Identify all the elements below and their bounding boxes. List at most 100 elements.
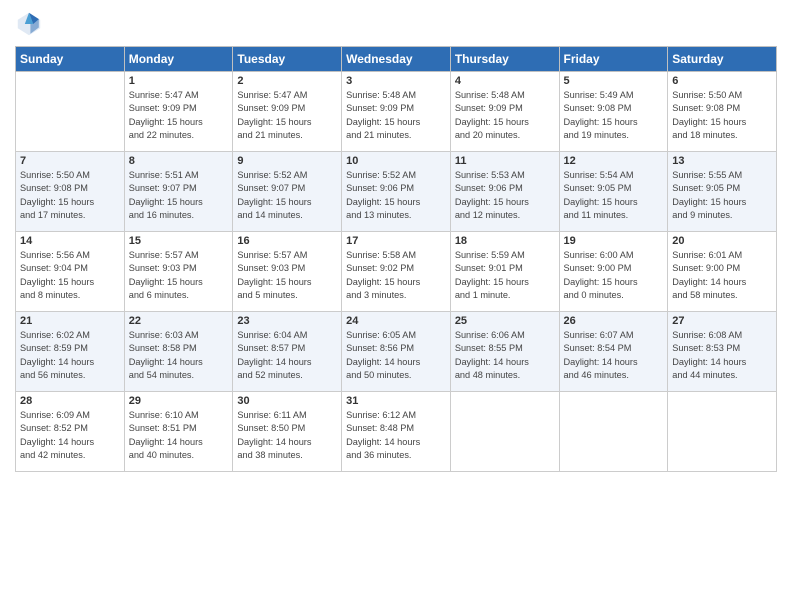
calendar-cell: 20 Sunrise: 6:01 AM Sunset: 9:00 PM Dayli… xyxy=(668,232,777,312)
calendar-cell: 17 Sunrise: 5:58 AM Sunset: 9:02 PM Dayli… xyxy=(342,232,451,312)
day-number: 23 xyxy=(237,315,337,327)
calendar-cell: 21 Sunrise: 6:02 AM Sunset: 8:59 PM Dayli… xyxy=(16,312,125,392)
day-info: Sunrise: 6:00 AM Sunset: 9:00 PM Dayligh… xyxy=(564,249,664,302)
day-info: Sunrise: 6:12 AM Sunset: 8:48 PM Dayligh… xyxy=(346,409,446,462)
calendar-cell: 2 Sunrise: 5:47 AM Sunset: 9:09 PM Daylig… xyxy=(233,72,342,152)
day-number: 26 xyxy=(564,315,664,327)
calendar-table: Sunday Monday Tuesday Wednesday Thursday… xyxy=(15,46,777,472)
day-number: 7 xyxy=(20,155,120,167)
day-number: 16 xyxy=(237,235,337,247)
calendar-cell: 24 Sunrise: 6:05 AM Sunset: 8:56 PM Dayli… xyxy=(342,312,451,392)
day-number: 12 xyxy=(564,155,664,167)
day-number: 14 xyxy=(20,235,120,247)
day-info: Sunrise: 5:54 AM Sunset: 9:05 PM Dayligh… xyxy=(564,169,664,222)
day-info: Sunrise: 5:56 AM Sunset: 9:04 PM Dayligh… xyxy=(20,249,120,302)
day-info: Sunrise: 5:55 AM Sunset: 9:05 PM Dayligh… xyxy=(672,169,772,222)
day-info: Sunrise: 6:07 AM Sunset: 8:54 PM Dayligh… xyxy=(564,329,664,382)
day-info: Sunrise: 5:57 AM Sunset: 9:03 PM Dayligh… xyxy=(129,249,229,302)
calendar-cell: 11Sunrise: 5:53 AM Sunset: 9:06 PM Dayli… xyxy=(450,152,559,232)
day-number: 17 xyxy=(346,235,446,247)
calendar-cell: 31 Sunrise: 6:12 AM Sunset: 8:48 PM Dayli… xyxy=(342,392,451,472)
calendar-cell: 19 Sunrise: 6:00 AM Sunset: 9:00 PM Dayli… xyxy=(559,232,668,312)
calendar-cell: 30 Sunrise: 6:11 AM Sunset: 8:50 PM Dayli… xyxy=(233,392,342,472)
day-info: Sunrise: 5:52 AM Sunset: 9:06 PM Dayligh… xyxy=(346,169,446,222)
day-number: 18 xyxy=(455,235,555,247)
day-number: 2 xyxy=(237,75,337,87)
day-info: Sunrise: 5:51 AM Sunset: 9:07 PM Dayligh… xyxy=(129,169,229,222)
day-info: Sunrise: 6:04 AM Sunset: 8:57 PM Dayligh… xyxy=(237,329,337,382)
day-number: 15 xyxy=(129,235,229,247)
day-number: 31 xyxy=(346,395,446,407)
calendar-cell: 26 Sunrise: 6:07 AM Sunset: 8:54 PM Dayli… xyxy=(559,312,668,392)
header-row: Sunday Monday Tuesday Wednesday Thursday… xyxy=(16,47,777,72)
calendar-week-5: 28 Sunrise: 6:09 AM Sunset: 8:52 PM Dayli… xyxy=(16,392,777,472)
calendar-cell: 13 Sunrise: 5:55 AM Sunset: 9:05 PM Dayli… xyxy=(668,152,777,232)
day-number: 4 xyxy=(455,75,555,87)
calendar-week-1: 1 Sunrise: 5:47 AM Sunset: 9:09 PM Daylig… xyxy=(16,72,777,152)
calendar-cell xyxy=(450,392,559,472)
day-number: 22 xyxy=(129,315,229,327)
calendar-week-3: 14 Sunrise: 5:56 AM Sunset: 9:04 PM Dayli… xyxy=(16,232,777,312)
day-number: 19 xyxy=(564,235,664,247)
col-saturday: Saturday xyxy=(668,47,777,72)
day-info: Sunrise: 5:50 AM Sunset: 9:08 PM Dayligh… xyxy=(672,89,772,142)
col-thursday: Thursday xyxy=(450,47,559,72)
calendar-cell: 1 Sunrise: 5:47 AM Sunset: 9:09 PM Daylig… xyxy=(124,72,233,152)
day-number: 6 xyxy=(672,75,772,87)
calendar-cell: 23 Sunrise: 6:04 AM Sunset: 8:57 PM Dayli… xyxy=(233,312,342,392)
calendar-cell: 15 Sunrise: 5:57 AM Sunset: 9:03 PM Dayli… xyxy=(124,232,233,312)
day-info: Sunrise: 5:57 AM Sunset: 9:03 PM Dayligh… xyxy=(237,249,337,302)
day-info: Sunrise: 6:11 AM Sunset: 8:50 PM Dayligh… xyxy=(237,409,337,462)
col-sunday: Sunday xyxy=(16,47,125,72)
day-info: Sunrise: 5:47 AM Sunset: 9:09 PM Dayligh… xyxy=(237,89,337,142)
calendar-cell: 25 Sunrise: 6:06 AM Sunset: 8:55 PM Dayli… xyxy=(450,312,559,392)
logo-icon xyxy=(15,10,43,38)
calendar-body: 1 Sunrise: 5:47 AM Sunset: 9:09 PM Daylig… xyxy=(16,72,777,472)
day-info: Sunrise: 5:59 AM Sunset: 9:01 PM Dayligh… xyxy=(455,249,555,302)
calendar-cell: 3Sunrise: 5:48 AM Sunset: 9:09 PM Daylig… xyxy=(342,72,451,152)
header xyxy=(15,10,777,38)
day-number: 9 xyxy=(237,155,337,167)
day-number: 10 xyxy=(346,155,446,167)
calendar-week-2: 7 Sunrise: 5:50 AM Sunset: 9:08 PM Daylig… xyxy=(16,152,777,232)
calendar-cell xyxy=(16,72,125,152)
calendar-cell: 14 Sunrise: 5:56 AM Sunset: 9:04 PM Dayli… xyxy=(16,232,125,312)
col-wednesday: Wednesday xyxy=(342,47,451,72)
day-number: 30 xyxy=(237,395,337,407)
calendar-cell: 16 Sunrise: 5:57 AM Sunset: 9:03 PM Dayli… xyxy=(233,232,342,312)
calendar-cell: 10 Sunrise: 5:52 AM Sunset: 9:06 PM Dayli… xyxy=(342,152,451,232)
calendar-cell: 29 Sunrise: 6:10 AM Sunset: 8:51 PM Dayli… xyxy=(124,392,233,472)
day-info: Sunrise: 6:06 AM Sunset: 8:55 PM Dayligh… xyxy=(455,329,555,382)
day-info: Sunrise: 6:01 AM Sunset: 9:00 PM Dayligh… xyxy=(672,249,772,302)
day-number: 5 xyxy=(564,75,664,87)
day-info: Sunrise: 5:47 AM Sunset: 9:09 PM Dayligh… xyxy=(129,89,229,142)
calendar-cell: 8Sunrise: 5:51 AM Sunset: 9:07 PM Daylig… xyxy=(124,152,233,232)
day-number: 13 xyxy=(672,155,772,167)
day-info: Sunrise: 6:09 AM Sunset: 8:52 PM Dayligh… xyxy=(20,409,120,462)
calendar-cell: 9Sunrise: 5:52 AM Sunset: 9:07 PM Daylig… xyxy=(233,152,342,232)
calendar-cell: 4Sunrise: 5:48 AM Sunset: 9:09 PM Daylig… xyxy=(450,72,559,152)
day-info: Sunrise: 6:03 AM Sunset: 8:58 PM Dayligh… xyxy=(129,329,229,382)
col-tuesday: Tuesday xyxy=(233,47,342,72)
day-number: 24 xyxy=(346,315,446,327)
calendar-cell: 18 Sunrise: 5:59 AM Sunset: 9:01 PM Dayli… xyxy=(450,232,559,312)
calendar-cell: 5Sunrise: 5:49 AM Sunset: 9:08 PM Daylig… xyxy=(559,72,668,152)
day-info: Sunrise: 6:10 AM Sunset: 8:51 PM Dayligh… xyxy=(129,409,229,462)
day-number: 1 xyxy=(129,75,229,87)
day-number: 21 xyxy=(20,315,120,327)
col-friday: Friday xyxy=(559,47,668,72)
day-info: Sunrise: 5:58 AM Sunset: 9:02 PM Dayligh… xyxy=(346,249,446,302)
calendar-cell: 12 Sunrise: 5:54 AM Sunset: 9:05 PM Dayli… xyxy=(559,152,668,232)
day-info: Sunrise: 5:53 AM Sunset: 9:06 PM Dayligh… xyxy=(455,169,555,222)
day-number: 20 xyxy=(672,235,772,247)
day-info: Sunrise: 6:02 AM Sunset: 8:59 PM Dayligh… xyxy=(20,329,120,382)
day-number: 25 xyxy=(455,315,555,327)
col-monday: Monday xyxy=(124,47,233,72)
day-number: 28 xyxy=(20,395,120,407)
day-info: Sunrise: 5:48 AM Sunset: 9:09 PM Dayligh… xyxy=(346,89,446,142)
day-info: Sunrise: 6:05 AM Sunset: 8:56 PM Dayligh… xyxy=(346,329,446,382)
day-info: Sunrise: 5:50 AM Sunset: 9:08 PM Dayligh… xyxy=(20,169,120,222)
day-number: 29 xyxy=(129,395,229,407)
day-info: Sunrise: 6:08 AM Sunset: 8:53 PM Dayligh… xyxy=(672,329,772,382)
day-number: 27 xyxy=(672,315,772,327)
